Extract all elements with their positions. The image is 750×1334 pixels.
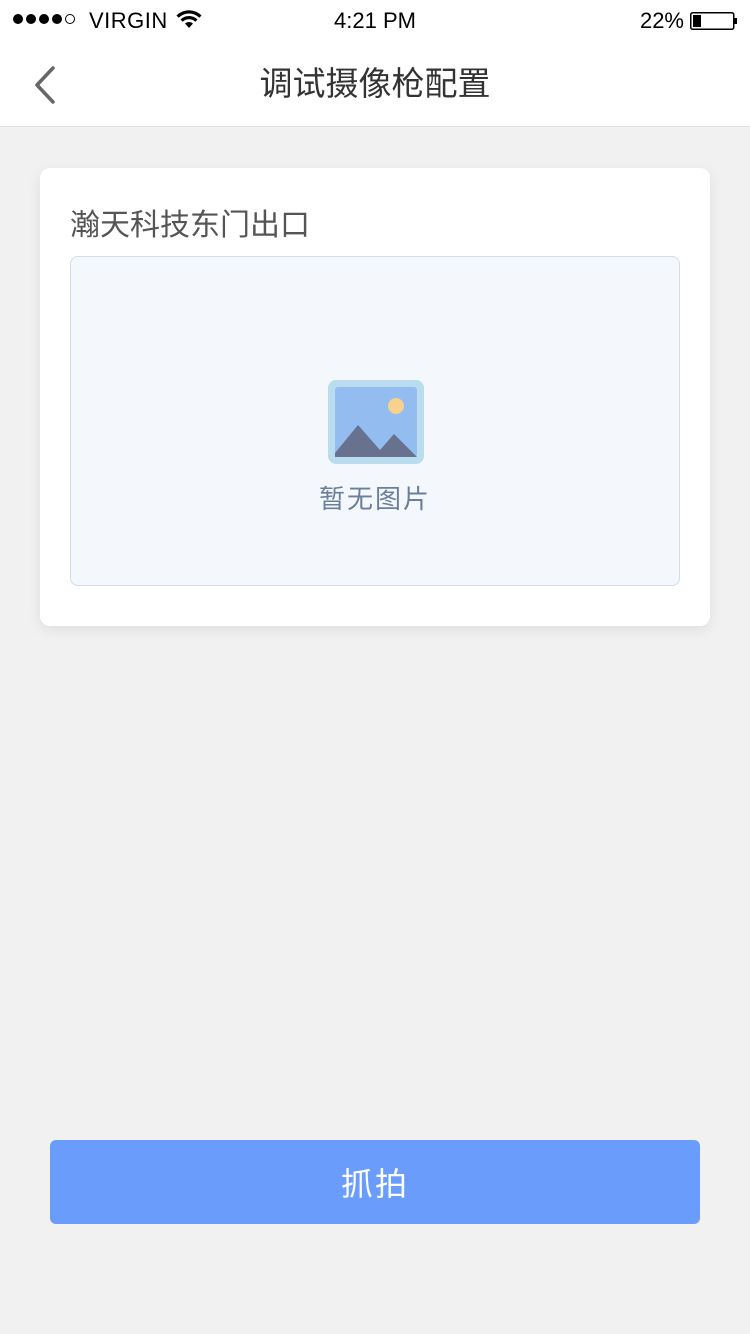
battery-icon	[690, 12, 737, 30]
page-title: 调试摄像枪配置	[259, 64, 491, 103]
capture-button[interactable]: 抓拍	[50, 1140, 700, 1224]
battery-percent: 22%	[639, 8, 684, 33]
no-image-text: 暂无图片	[318, 485, 431, 515]
snapshot-image-area: 暂无图片	[70, 256, 680, 586]
chevron-left-icon	[35, 66, 55, 104]
battery-fill	[693, 15, 701, 27]
navigation-bar: 调试摄像枪配置	[0, 40, 750, 127]
status-time: 4:21 PM	[334, 8, 416, 33]
camera-name: 瀚天科技东门出口	[70, 208, 310, 243]
back-button[interactable]	[20, 60, 70, 110]
status-bar: VIRGIN 4:21 PM 22%	[0, 0, 750, 40]
camera-card: 瀚天科技东门出口 暂无图片	[40, 168, 710, 626]
image-placeholder-icon	[328, 380, 424, 464]
